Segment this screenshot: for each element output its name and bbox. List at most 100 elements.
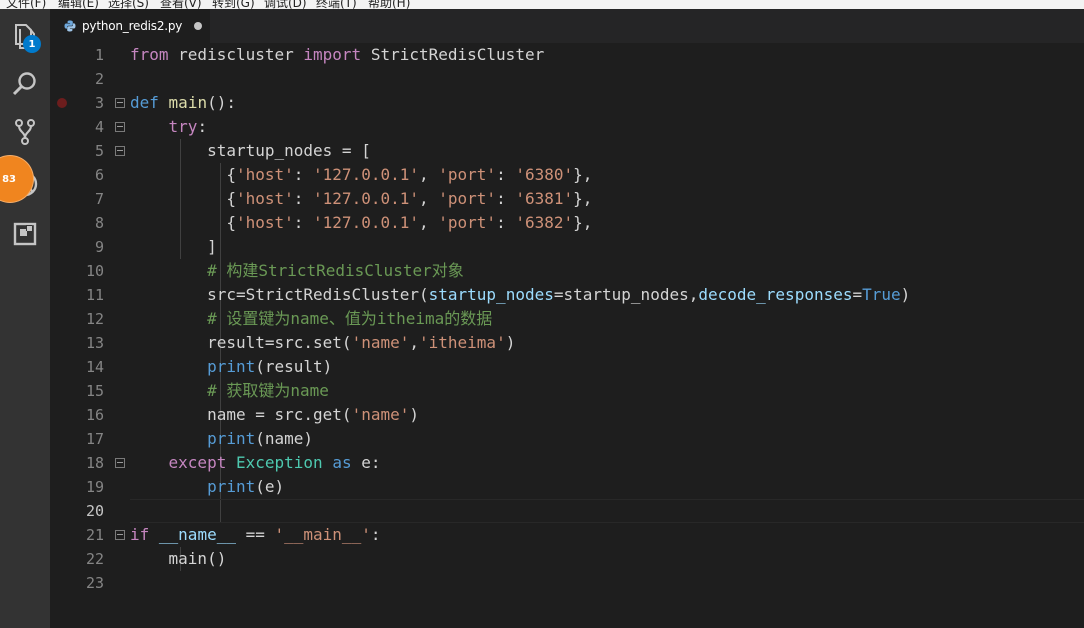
code-token: result=src.set( [130,333,352,352]
code-line[interactable]: 23 [50,571,1084,595]
fold-toggle-icon[interactable] [115,458,125,468]
tab-label: python_redis2.py [82,19,183,33]
tab-python-redis2[interactable]: python_redis2.py [50,9,210,43]
code-token: '6380' [515,165,574,184]
code-text: # 获取键为name [130,379,329,403]
code-token: # 构建StrictRedisCluster对象 [207,261,464,280]
code-token: }, [573,189,593,208]
code-token: , [419,189,439,208]
code-line[interactable]: 6 {'host': '127.0.0.1', 'port': '6380'}, [50,163,1084,187]
code-token: : [496,213,516,232]
code-line[interactable]: 19 print(e) [50,475,1084,499]
fold-toggle-icon[interactable] [115,146,125,156]
code-token: e: [351,453,381,472]
code-token: : [496,189,516,208]
line-number: 22 [85,550,104,568]
line-number: 7 [94,190,104,208]
search-icon[interactable] [10,69,40,99]
line-number: 16 [85,406,104,424]
code-token: }, [573,213,593,232]
code-token: : [197,117,208,136]
code-line[interactable]: 13 result=src.set('name','itheima') [50,331,1084,355]
line-number: 15 [85,382,104,400]
code-token: = [852,285,863,304]
code-token: print [207,429,256,448]
line-number: 11 [85,286,104,304]
line-number: 1 [94,46,104,64]
code-line[interactable]: 20 [50,499,1084,523]
code-line[interactable]: 21 if __name__ == '__main__': [50,523,1084,547]
code-token: Exception [235,453,323,472]
code-token: : [496,165,516,184]
code-token: except [168,453,227,472]
extensions-icon[interactable] [10,219,40,249]
code-text: print(result) [130,355,332,379]
fold-toggle-icon[interactable] [115,530,125,540]
code-token: : [293,189,314,208]
code-token: (e) [255,477,285,496]
code-line[interactable]: 22 main() [50,547,1084,571]
code-token: startup_nodes = [ [130,141,371,160]
code-token: # 获取键为name [207,381,329,400]
code-token: }, [573,165,593,184]
code-token: decode_responses [698,285,853,304]
line-number: 4 [94,118,104,136]
code-line[interactable]: 12 # 设置键为name、值为itheima的数据 [50,307,1084,331]
code-token: == [235,525,275,544]
line-number: 18 [85,454,104,472]
code-token: as [332,453,352,472]
source-control-icon[interactable] [10,117,40,147]
code-token: name = src.get( [130,405,352,424]
code-token: # 设置键为name、值为itheima的数据 [207,309,493,328]
code-line[interactable]: 16 name = src.get('name') [50,403,1084,427]
code-token: (result) [255,357,333,376]
code-line[interactable]: 10 # 构建StrictRedisCluster对象 [50,259,1084,283]
code-line[interactable]: 4 try: [50,115,1084,139]
code-text: if __name__ == '__main__': [130,523,380,547]
code-token: StrictRedisCluster [361,45,545,64]
code-token: if [130,525,150,544]
line-number: 12 [85,310,104,328]
code-token: rediscluster [168,45,304,64]
code-line[interactable]: 8 {'host': '127.0.0.1', 'port': '6382'}, [50,211,1084,235]
code-text: name = src.get('name') [130,403,419,427]
code-token: : [370,525,381,544]
line-number: 10 [85,262,104,280]
line-number: 9 [94,238,104,256]
code-line[interactable]: 7 {'host': '127.0.0.1', 'port': '6381'}, [50,187,1084,211]
code-line[interactable]: 1 from rediscluster import StrictRedisClu… [50,43,1084,67]
code-token: 'host' [235,165,294,184]
code-editor[interactable]: 1 from rediscluster import StrictRedisClu… [50,43,1084,628]
code-line[interactable]: 9 ] [50,235,1084,259]
code-token: def [130,93,159,112]
code-token: try [168,117,198,136]
fold-toggle-icon[interactable] [115,98,125,108]
code-line[interactable]: 15 # 获取键为name [50,379,1084,403]
code-text: print(e) [130,475,284,499]
code-line[interactable]: 17 print(name) [50,427,1084,451]
activity-bar: 1 83 [0,9,50,628]
code-token: , [419,213,439,232]
code-line[interactable]: 11 src=StrictRedisCluster(startup_nodes=… [50,283,1084,307]
code-line[interactable]: 3 def main(): [50,91,1084,115]
code-token: src=StrictRedisCluster( [130,285,429,304]
code-token: ) [505,333,516,352]
code-line[interactable]: 14 print(result) [50,355,1084,379]
code-line[interactable]: 2 [50,67,1084,91]
code-token: from [130,45,169,64]
line-number: 6 [94,166,104,184]
fold-toggle-icon[interactable] [115,122,125,132]
code-line[interactable]: 5 startup_nodes = [ [50,139,1084,163]
code-line[interactable]: 18 except Exception as e: [50,451,1084,475]
code-token: '127.0.0.1' [313,165,419,184]
code-text: # 构建StrictRedisCluster对象 [130,259,464,283]
code-token: '127.0.0.1' [313,213,419,232]
code-token: '__main__' [274,525,371,544]
unsaved-dot-icon[interactable] [194,22,203,30]
